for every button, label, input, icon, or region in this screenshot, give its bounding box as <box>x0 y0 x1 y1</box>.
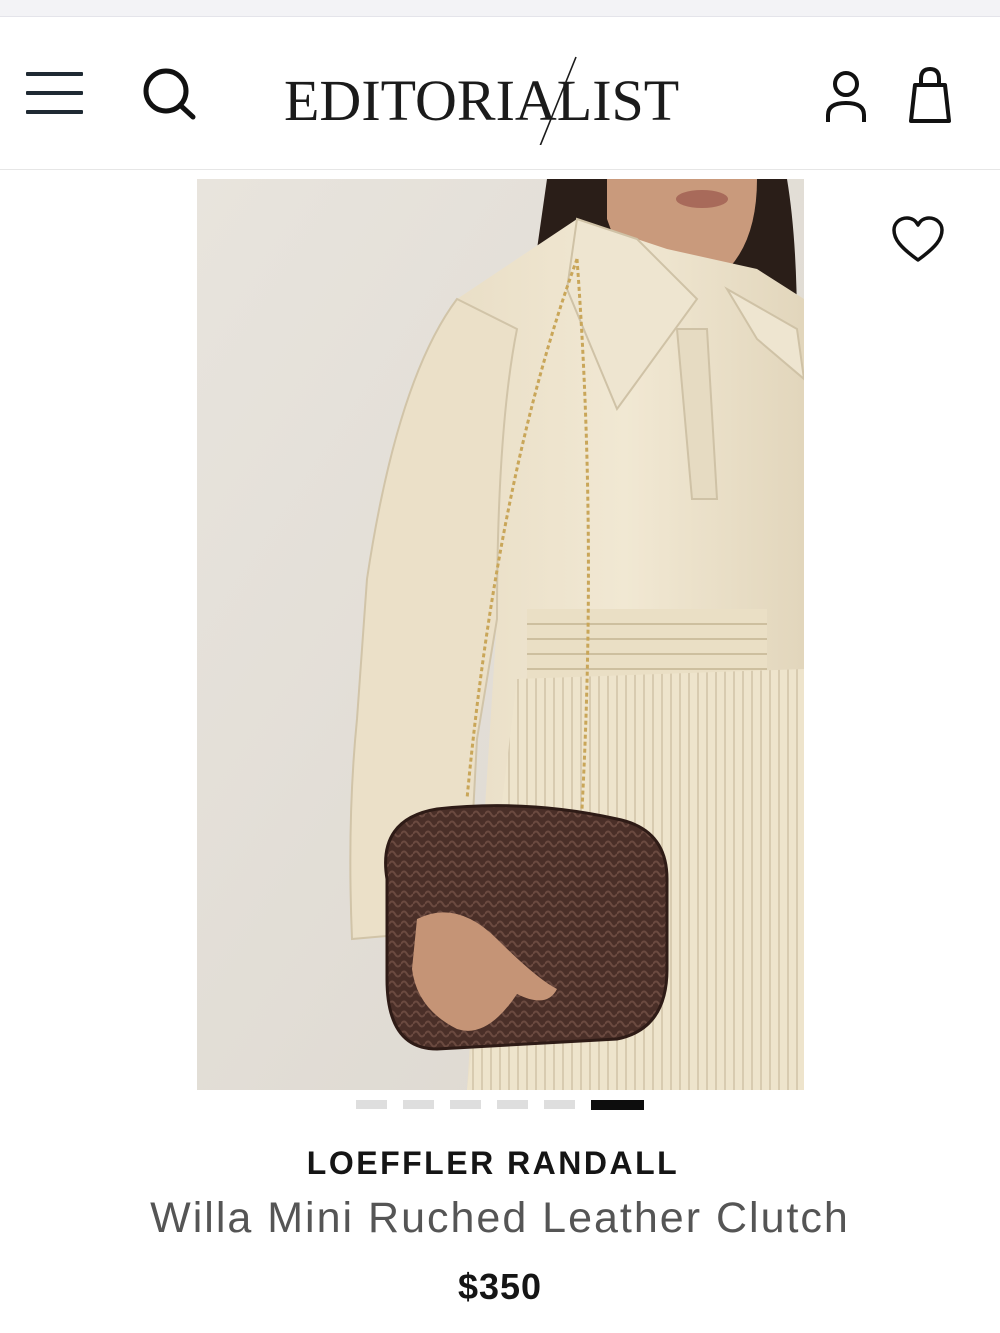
product-image[interactable] <box>197 179 804 1090</box>
menu-button[interactable] <box>24 69 86 117</box>
site-logo[interactable]: EDITORIALIST <box>284 55 724 145</box>
product-name: Willa Mini Ruched Leather Clutch <box>150 1194 850 1242</box>
site-header: EDITORIALIST <box>0 17 1000 170</box>
search-icon <box>143 68 196 120</box>
account-button[interactable] <box>822 67 870 125</box>
wishlist-button[interactable] <box>890 214 946 266</box>
carousel-dot-1[interactable] <box>356 1100 387 1109</box>
product-photo <box>197 179 804 1090</box>
shopping-bag-icon <box>909 66 951 123</box>
browser-top-strip <box>0 0 1000 17</box>
logo-slash-mark <box>539 56 577 145</box>
carousel-dot-5[interactable] <box>544 1100 575 1109</box>
hamburger-menu-icon <box>26 72 83 114</box>
product-price: $350 <box>457 1266 543 1307</box>
carousel-dot-2[interactable] <box>403 1100 434 1109</box>
search-button[interactable] <box>140 65 198 123</box>
heart-icon <box>892 216 944 262</box>
product-brand[interactable]: LOEFFLER RANDALL <box>0 1145 986 1182</box>
image-carousel-indicators <box>356 1100 644 1110</box>
carousel-dot-3[interactable] <box>450 1100 481 1109</box>
carousel-dot-6-active[interactable] <box>591 1100 644 1110</box>
shopping-bag-button[interactable] <box>905 65 955 125</box>
user-account-icon <box>826 71 866 122</box>
carousel-dot-4[interactable] <box>497 1100 528 1109</box>
